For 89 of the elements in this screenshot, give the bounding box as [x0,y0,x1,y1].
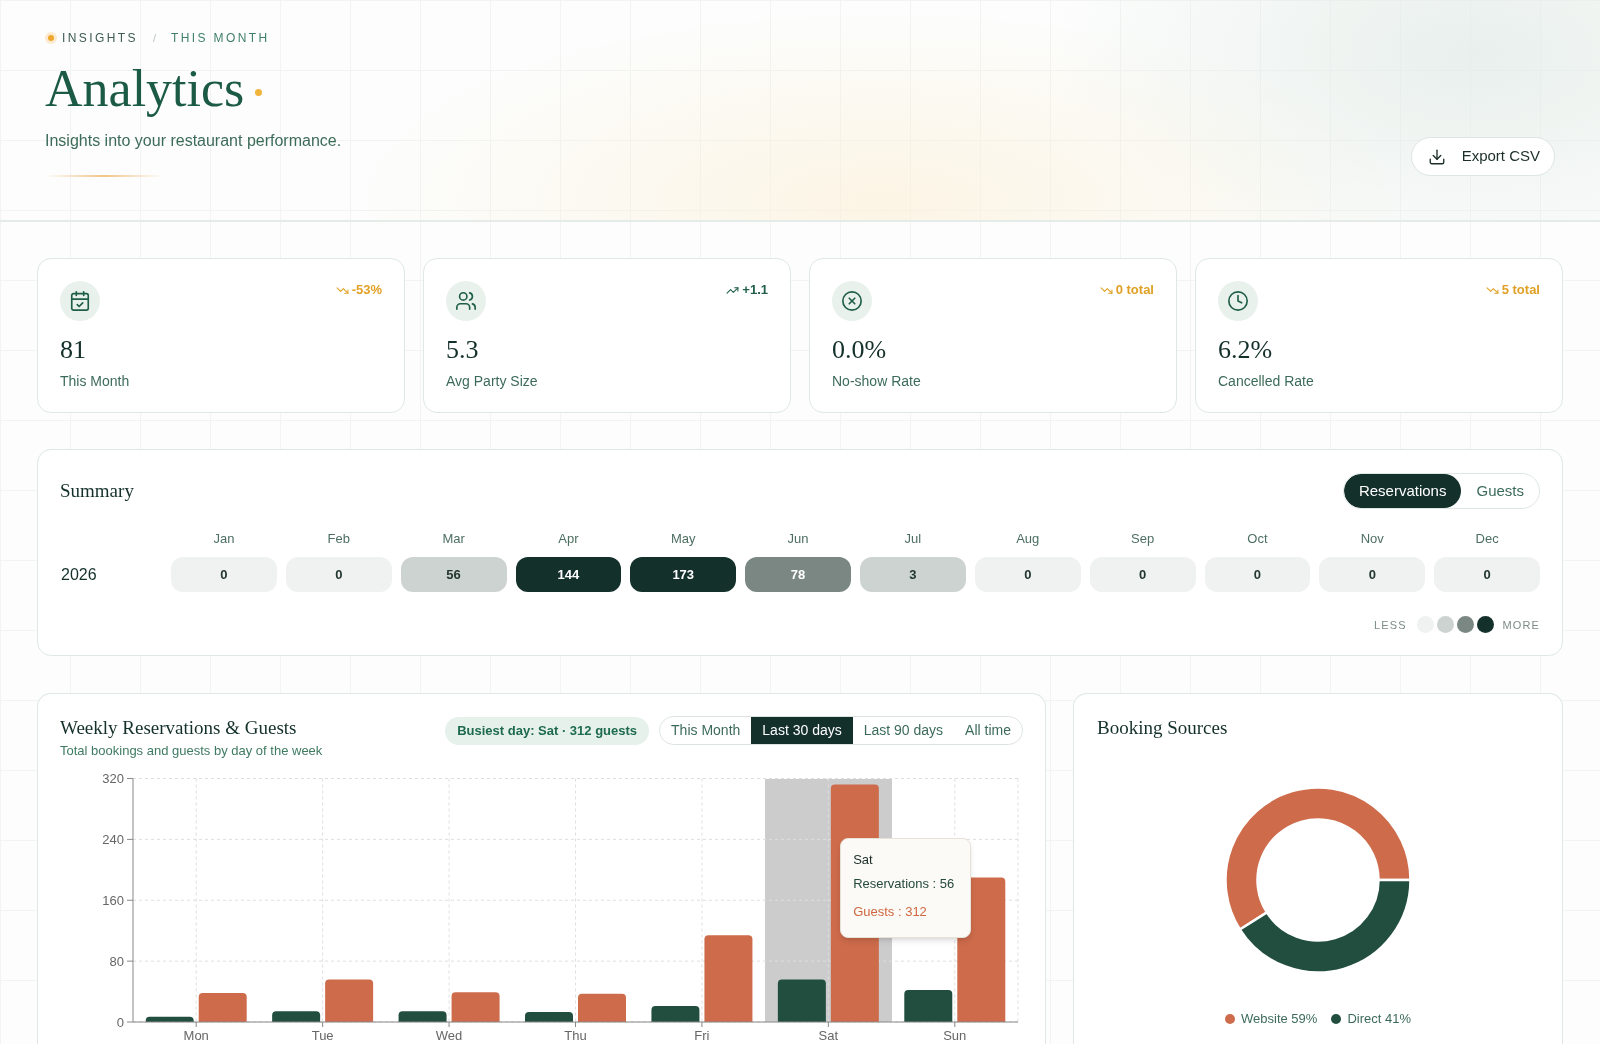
axis-label: 240 [102,831,124,847]
axis-label: Tue [311,1028,334,1043]
chart-bar [198,993,247,1022]
legend-more-label: MORE [1502,617,1540,632]
legend-label: Direct 41% [1347,1010,1411,1028]
axis-label: Mon [183,1028,209,1043]
stat-value: 5.3 [446,335,480,365]
stat-value: 6.2% [1218,335,1274,365]
month-label: Oct [1247,531,1268,547]
heatmap-cell: 144 [515,557,622,592]
stat-value: 81 [60,335,87,365]
heatmap-cell: 0 [171,557,277,592]
stat-label: This Month [60,372,131,390]
chart-bar [904,990,953,1022]
heatmap-cell: 0 [1089,557,1196,592]
heatmap-cell: 0 [1204,557,1311,592]
stat-label: Avg Party Size [446,372,539,390]
trend-value: 5 total [1501,282,1540,298]
heatmap-cell: 0 [1434,557,1540,592]
tooltip-title: Sat [853,851,874,869]
breadcrumb-item[interactable]: INSIGHTS [62,31,138,45]
export-csv-button[interactable]: Export CSV [1410,137,1555,176]
heatmap-cell: 3 [860,557,966,592]
month-label: Jul [904,531,922,547]
axis-label: 80 [109,953,124,969]
tooltip-text: Reservations : 56 [853,875,956,893]
month-label: Aug [1016,531,1040,547]
heatmap-cell: 0 [1319,557,1426,592]
chart-bar [398,1011,447,1022]
tooltip-text: Guests : 312 [853,903,928,921]
section-title: Weekly Reservations & Guests [60,716,298,740]
chart-bar [525,1012,573,1022]
metric-tab[interactable]: Guests [1461,474,1539,508]
calendar-check-icon [60,281,100,321]
stat-label: No-show Rate [832,372,922,390]
range-tab[interactable]: Last 90 days [852,717,955,744]
range-tab[interactable]: This Month [660,717,752,744]
section-title: Summary [60,479,134,503]
axis-label: Wed [435,1028,463,1043]
axis-label: 320 [102,771,124,786]
clock-icon [1218,281,1258,321]
trend-value: +1.1 [742,282,768,298]
month-label: May [670,531,696,547]
busiest-day-badge: Busiest day: Sat · 312 guests [445,716,650,745]
axis-label: Thu [564,1028,587,1043]
page-title: Analytics [45,59,245,119]
heatmap-cell: 173 [630,557,737,592]
chart-bar [451,992,500,1022]
axis-label: Sat [818,1028,839,1043]
dot-icon [45,32,57,44]
heatmap-cell: 0 [974,557,1081,592]
axis-label: Sun [943,1028,967,1043]
legend-less-label: LESS [1374,617,1407,632]
page-subtitle: Insights into your restaurant performance. [45,131,342,151]
range-tab[interactable]: Last 30 days [751,717,853,744]
breadcrumb-item: THIS MONTH [170,31,270,45]
axis-label: 0 [116,1014,124,1030]
people-icon [446,281,486,321]
section-subtitle: Total bookings and guests by day of the week [60,742,323,760]
chart-bar [777,979,826,1022]
chart-bar [145,1016,194,1022]
legend-label: Website 59% [1241,1010,1318,1028]
chart-bar [272,1011,321,1022]
month-label: Nov [1360,531,1384,547]
heatmap-cell: 56 [400,557,507,592]
month-label: Sep [1131,531,1155,547]
month-label: Apr [558,531,579,547]
year-label: 2026 [61,564,97,585]
heatmap-cell: 78 [745,557,851,592]
axis-label: 160 [102,892,124,908]
chart-bar [325,979,374,1022]
download-icon [1427,147,1446,166]
trend-value: -53% [351,282,382,298]
breadcrumb-separator: / [152,30,156,46]
month-label: Dec [1475,531,1499,547]
metric-tab[interactable]: Reservations [1343,474,1462,508]
stat-value: 0.0% [832,335,888,365]
heatmap-cell: 0 [285,557,392,592]
month-label: Feb [327,531,350,547]
chart-bar [578,993,626,1022]
month-label: Mar [442,531,465,547]
chart-bar [651,1006,700,1022]
month-label: Jun [787,531,809,547]
axis-label: Fri [694,1028,710,1043]
month-label: Jan [213,531,235,547]
stat-label: Cancelled Rate [1218,372,1315,390]
section-title: Booking Sources [1097,716,1229,740]
trend-value: 0 total [1115,282,1154,298]
range-tab[interactable]: All time [954,717,1022,744]
